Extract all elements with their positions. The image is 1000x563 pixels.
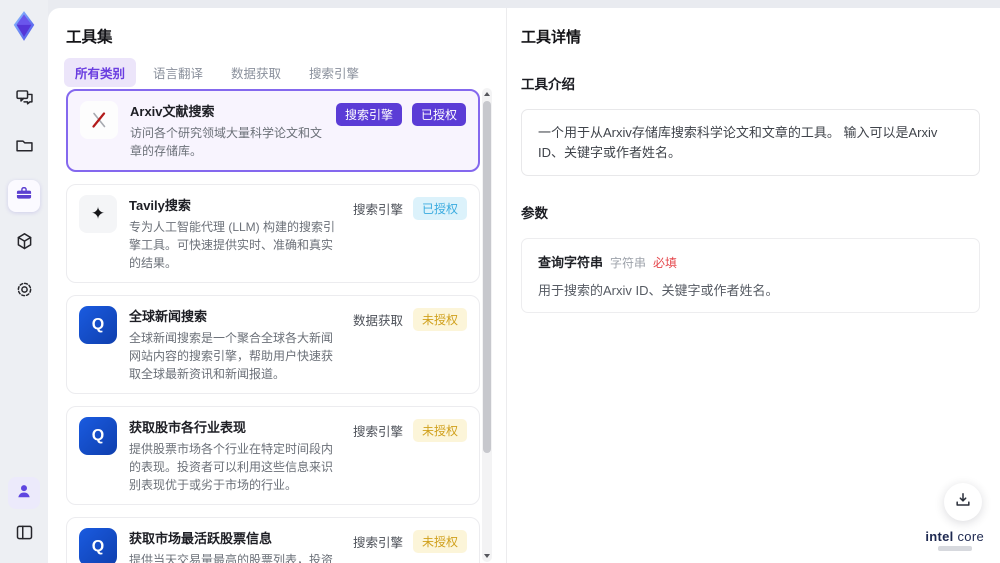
sidebar-item-account[interactable]	[8, 477, 40, 509]
download-button[interactable]	[944, 483, 982, 521]
tool-card-global-news[interactable]: Q 全球新闻搜索 全球新闻搜索是一个聚合全球各大新闻网站内容的搜索引擎，帮助用户…	[66, 295, 480, 394]
tool-name: 获取市场最活跃股票信息	[129, 531, 273, 546]
stocks-icon: Q	[79, 417, 117, 455]
rail-bottom	[8, 477, 40, 551]
auth-status-badge: 已授权	[412, 197, 467, 220]
scroll-up-arrow-icon[interactable]	[484, 92, 490, 96]
intro-heading: 工具介绍	[521, 77, 575, 92]
tavily-star-icon: ✦	[79, 195, 117, 233]
tool-card-tavily[interactable]: ✦ Tavily搜索 专为人工智能代理 (LLM) 构建的搜索引擎工具。可快速提…	[66, 184, 480, 283]
scrollbar-thumb[interactable]	[483, 101, 491, 453]
intro-text-box: 一个用于从Arxiv存储库搜索科学论文和文章的工具。 输入可以是Arxiv ID…	[521, 109, 980, 176]
main-panel: 工具集 所有类别 语言翻译 数据获取 搜索引擎 Arxiv文献搜索 访问各个研究…	[48, 8, 1000, 563]
detail-title: 工具详情	[521, 29, 582, 46]
tool-list-scrollbar[interactable]	[482, 88, 492, 562]
page-title: 工具集	[66, 29, 113, 46]
params-heading: 参数	[521, 206, 548, 221]
category-label: 搜索引擎	[352, 203, 403, 217]
tool-card-body: 获取股市各行业表现 提供股票市场各个行业在特定时间段内的表现。投资者可以利用这些…	[129, 417, 341, 494]
tool-tags: 数据获取 未授权	[353, 306, 467, 383]
category-label: 搜索引擎	[352, 425, 403, 439]
auth-status-badge: 未授权	[412, 308, 467, 331]
param-name: 查询字符串	[538, 255, 604, 270]
tool-card-body: Arxiv文献搜索 访问各个研究领域大量科学论文和文章的存储库。	[130, 101, 324, 160]
param-required-flag: 必填	[653, 256, 678, 270]
chat-icon	[14, 87, 35, 113]
sidebar-item-panel-toggle[interactable]	[8, 519, 40, 551]
auth-status-badge: 已授权	[411, 103, 466, 126]
tool-detail-panel: 工具详情 工具介绍 一个用于从Arxiv存储库搜索科学论文和文章的工具。 输入可…	[506, 8, 1000, 563]
tool-description: 提供当天交易量最高的股票列表，投资者可以利用这些信息来识别流动性强的股票和潜在的…	[129, 553, 334, 563]
param-type: 字符串	[610, 256, 647, 270]
tool-description: 专为人工智能代理 (LLM) 构建的搜索引擎工具。可快速提供实时、准确和真实的结…	[129, 220, 336, 270]
tool-description: 提供股票市场各个行业在特定时间段内的表现。投资者可以利用这些信息来识别表现优于或…	[129, 442, 334, 492]
tool-tags: 搜索引擎 已授权	[335, 101, 466, 160]
sidebar-item-settings[interactable]	[8, 276, 40, 308]
user-icon	[14, 481, 34, 506]
category-badge: 搜索引擎	[335, 103, 402, 126]
param-box: 查询字符串 字符串 必填 用于搜索的Arxiv ID、关键字或作者姓名。	[521, 238, 980, 313]
auth-status-badge: 未授权	[412, 419, 467, 442]
tool-name: Tavily搜索	[129, 198, 191, 213]
tool-tags: 搜索引擎 已授权	[353, 195, 467, 272]
tool-name: 全球新闻搜索	[129, 309, 208, 324]
rail-nav	[8, 84, 40, 308]
sidebar-item-packages[interactable]	[8, 228, 40, 260]
sidebar-item-tools[interactable]	[8, 180, 40, 212]
tab-data-acquisition[interactable]: 数据获取	[220, 58, 292, 87]
settings-gear-icon	[14, 279, 35, 305]
sidebar-rail	[0, 0, 48, 563]
category-label: 数据获取	[352, 314, 403, 328]
tool-list: Arxiv文献搜索 访问各个研究领域大量科学论文和文章的存储库。 搜索引擎 已授…	[66, 89, 480, 563]
auth-status-badge: 未授权	[412, 530, 467, 553]
download-icon	[953, 490, 973, 515]
tool-card-sector-performance[interactable]: Q 获取股市各行业表现 提供股票市场各个行业在特定时间段内的表现。投资者可以利用…	[66, 406, 480, 505]
tool-name: Arxiv文献搜索	[130, 104, 215, 119]
tool-tags: 搜索引擎 未授权	[353, 417, 467, 494]
tool-tags: 搜索引擎 未授权	[353, 528, 467, 563]
scroll-down-arrow-icon[interactable]	[484, 554, 490, 558]
app-logo[interactable]	[9, 10, 39, 42]
tool-description: 访问各个研究领域大量科学论文和文章的存储库。	[130, 126, 323, 158]
tool-description: 全球新闻搜索是一个聚合全球各大新闻网站内容的搜索引擎，帮助用户快速获取全球最新资…	[129, 331, 334, 381]
intel-logo-subline	[937, 546, 972, 551]
tool-card-body: 获取市场最活跃股票信息 提供当天交易量最高的股票列表，投资者可以利用这些信息来识…	[129, 528, 341, 563]
core-brand-text: core	[957, 529, 984, 544]
tool-card-body: 全球新闻搜索 全球新闻搜索是一个聚合全球各大新闻网站内容的搜索引擎，帮助用户快速…	[129, 306, 341, 383]
tool-card-body: Tavily搜索 专为人工智能代理 (LLM) 构建的搜索引擎工具。可快速提供实…	[129, 195, 341, 272]
category-label: 搜索引擎	[352, 536, 403, 550]
intel-brand-text: intel	[925, 529, 954, 544]
tab-search-engine[interactable]: 搜索引擎	[298, 58, 370, 87]
tool-name: 获取股市各行业表现	[129, 420, 247, 435]
toolbox-icon	[14, 184, 34, 209]
tool-card-active-stocks[interactable]: Q 获取市场最活跃股票信息 提供当天交易量最高的股票列表，投资者可以利用这些信息…	[66, 517, 480, 563]
sidebar-item-files[interactable]	[8, 132, 40, 164]
stocks-icon: Q	[79, 528, 117, 563]
param-description: 用于搜索的Arxiv ID、关键字或作者姓名。	[538, 283, 779, 298]
folder-icon	[14, 135, 35, 161]
sidebar-item-chat[interactable]	[8, 84, 40, 116]
param-header: 查询字符串 字符串 必填	[538, 252, 963, 271]
panel-layout-icon	[14, 522, 35, 548]
intel-core-logo: intel core	[925, 529, 984, 551]
tab-all-categories[interactable]: 所有类别	[64, 58, 137, 87]
tab-language-translation[interactable]: 语言翻译	[142, 58, 214, 87]
news-search-icon: Q	[79, 306, 117, 344]
category-tabs: 所有类别 语言翻译 数据获取 搜索引擎	[64, 58, 370, 87]
arxiv-logo-icon	[80, 101, 118, 139]
tool-card-arxiv[interactable]: Arxiv文献搜索 访问各个研究领域大量科学论文和文章的存储库。 搜索引擎 已授…	[66, 89, 480, 172]
cube-icon	[14, 231, 35, 257]
